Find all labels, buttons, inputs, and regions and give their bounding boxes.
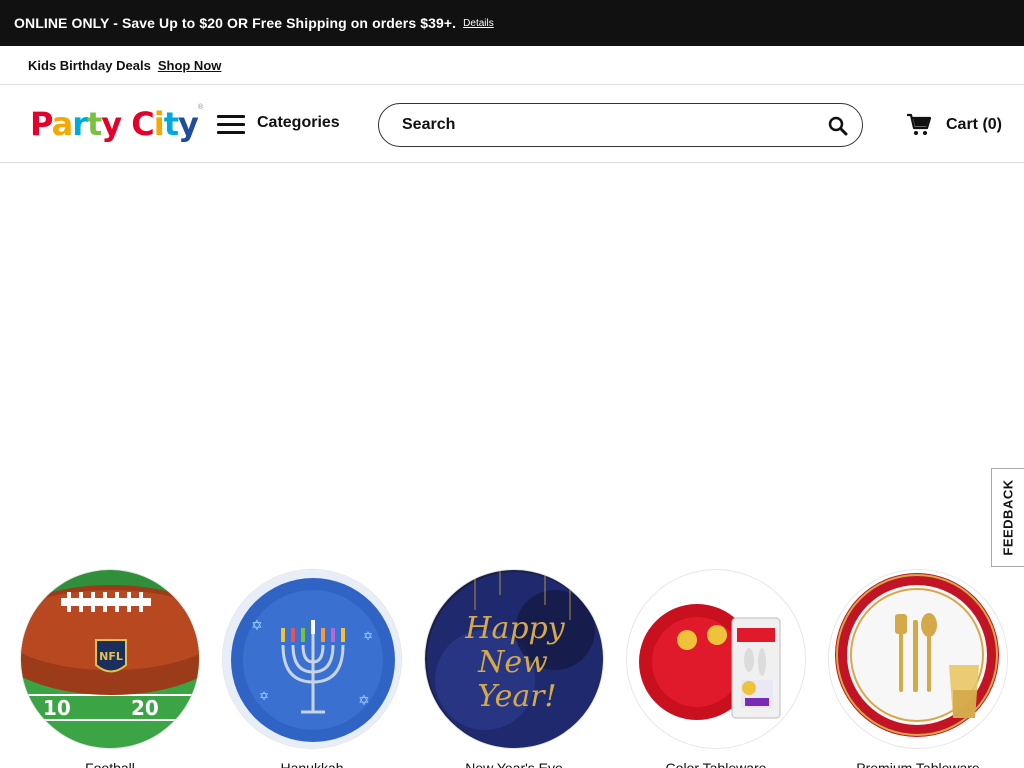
category-label: New Year's Eve — [465, 760, 563, 768]
happy-new-year-plate-icon: Happy New Year! — [424, 569, 604, 749]
svg-text:✡: ✡ — [251, 617, 263, 633]
category-label: Hanukkah — [280, 760, 344, 768]
logo-letter: P — [30, 105, 53, 143]
svg-text:Happy: Happy — [464, 611, 565, 646]
category-item-premium-tableware[interactable]: Premium Tableware — [827, 569, 1009, 768]
category-label: Premium Tableware — [856, 760, 980, 768]
cart-button[interactable]: Cart (0) — [906, 113, 1002, 137]
search-icon[interactable] — [828, 116, 848, 136]
logo-letter: i — [153, 105, 165, 143]
logo-letter — [121, 105, 131, 143]
categories-menu-button[interactable]: Categories — [217, 111, 340, 139]
logo-letter: t — [163, 105, 179, 143]
cart-icon — [907, 113, 932, 135]
gold-tableware-icon — [828, 569, 1008, 749]
category-label: Color Tableware — [665, 760, 767, 768]
site-header: Party City® Categories Cart (0) — [0, 85, 1024, 163]
kids-birthday-deals-label: Kids Birthday Deals — [28, 57, 151, 73]
logo-text: Party City — [30, 105, 199, 143]
svg-text:✡: ✡ — [363, 629, 373, 643]
svg-text:20: 20 — [131, 696, 159, 720]
svg-text:10: 10 — [43, 696, 71, 720]
svg-text:NFL: NFL — [99, 650, 123, 663]
cart-label: Cart (0) — [946, 116, 1003, 133]
category-label: Football — [85, 760, 135, 768]
svg-text:✡: ✡ — [358, 692, 370, 708]
logo-letter: C — [131, 105, 155, 143]
logo-letter: t — [86, 105, 102, 143]
logo-letter: r — [72, 105, 88, 143]
search-bar — [378, 103, 863, 147]
promo-details-link[interactable]: Details — [463, 18, 494, 29]
logo-registered-mark: ® — [197, 104, 204, 111]
party-city-logo[interactable]: Party City® — [30, 104, 203, 144]
football-plate-icon: NFL 10 20 — [20, 569, 200, 749]
category-item-color-tableware[interactable]: Color Tableware — [625, 569, 807, 768]
svg-text:Year!: Year! — [477, 679, 556, 714]
menorah-plate-icon: ✡ ✡ ✡ ✡ — [222, 569, 402, 749]
logo-letter: y — [101, 105, 122, 143]
logo-letter: a — [51, 105, 74, 143]
promo-text: ONLINE ONLY - Save Up to $20 OR Free Shi… — [14, 15, 457, 31]
red-plate-icon — [626, 569, 806, 749]
promo-bar: ONLINE ONLY - Save Up to $20 OR Free Shi… — [0, 0, 1024, 46]
category-carousel: NFL 10 20 Football ✡ ✡ ✡ ✡ Hanukkah Happ… — [0, 569, 1024, 768]
search-input[interactable] — [379, 105, 799, 145]
svg-text:✡: ✡ — [259, 689, 269, 703]
shop-now-link[interactable]: Shop Now — [158, 58, 222, 73]
svg-text:New: New — [477, 645, 548, 680]
category-item-football[interactable]: NFL 10 20 Football — [19, 569, 201, 768]
feedback-tab[interactable]: FEEDBACK — [991, 468, 1024, 567]
logo-letter: y — [178, 105, 199, 143]
subbar: Kids Birthday Deals Shop Now — [0, 46, 1024, 85]
category-item-hanukkah[interactable]: ✡ ✡ ✡ ✡ Hanukkah — [221, 569, 403, 768]
feedback-label: FEEDBACK — [1000, 479, 1016, 556]
category-item-new-years-eve[interactable]: Happy New Year! New Year's Eve — [423, 569, 605, 768]
hamburger-icon — [217, 115, 245, 135]
categories-label: Categories — [257, 114, 340, 131]
